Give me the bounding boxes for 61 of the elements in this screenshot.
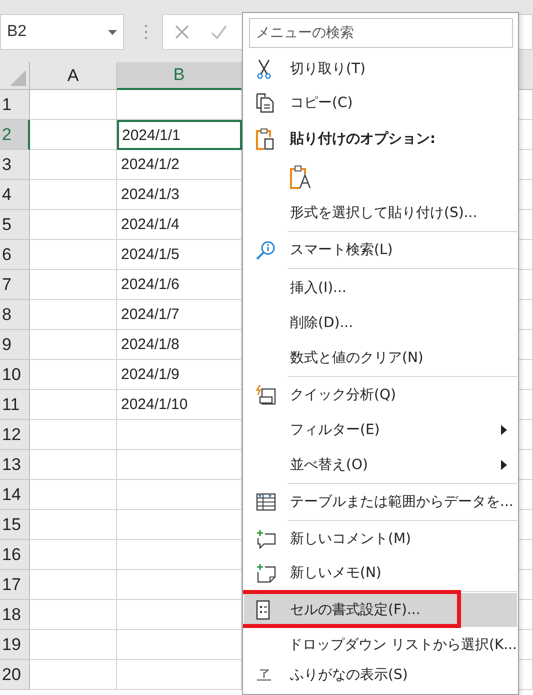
row-header[interactable]: 9	[0, 330, 30, 360]
column-header[interactable]: B	[117, 62, 242, 90]
row-header[interactable]: 4	[0, 180, 30, 210]
menu-item[interactable]: 貼り付けのオプション:	[244, 120, 517, 158]
menu-item[interactable]: 形式を選択して貼り付け(S)...	[244, 195, 517, 230]
menu-item[interactable]: 新しいメモ(N)	[244, 556, 517, 590]
name-box[interactable]: B2	[0, 14, 124, 50]
search-icon	[256, 240, 276, 260]
row-header[interactable]: 20	[0, 660, 30, 690]
scissors-icon	[256, 59, 272, 79]
menu-item[interactable]: セルの書式設定(F)...	[244, 593, 517, 627]
row-header[interactable]: 1	[0, 90, 30, 120]
menu-item[interactable]: 新しいコメント(M)	[244, 522, 517, 556]
row-header[interactable]: 11	[0, 390, 30, 420]
menu-item[interactable]: クイック分析(Q)	[244, 378, 517, 412]
check-icon[interactable]	[211, 25, 227, 39]
copy-icon	[256, 93, 274, 113]
menu-item[interactable]: スマート検索(L)	[244, 233, 517, 267]
row-header[interactable]: 19	[0, 630, 30, 660]
clipboard-icon	[256, 128, 274, 150]
active-cell[interactable]: 2024/1/1	[117, 120, 242, 150]
row-header[interactable]: 15	[0, 510, 30, 540]
submenu-arrow-icon	[501, 424, 507, 434]
paste-text-icon[interactable]	[290, 164, 312, 188]
caret-icon	[108, 30, 117, 34]
search-field[interactable]: メニューの検索	[249, 18, 513, 48]
row-header[interactable]: 18	[0, 600, 30, 630]
row-header[interactable]: 8	[0, 300, 30, 330]
select-all-button[interactable]	[0, 62, 30, 90]
column-header[interactable]: A	[30, 62, 117, 90]
row-header[interactable]: 5	[0, 210, 30, 240]
add-comment-icon	[256, 529, 276, 549]
row-header[interactable]: 3	[0, 150, 30, 180]
grip-icon	[144, 25, 148, 39]
format-cells-icon	[256, 600, 270, 620]
menu-item[interactable]: 並べ替え(O)	[244, 447, 517, 482]
submenu-arrow-icon	[501, 460, 507, 470]
menu-item[interactable]: ドロップダウン リストから選択(K...	[244, 627, 517, 662]
menu-item[interactable]: 数式と値のクリア(N)	[244, 340, 517, 375]
add-note-icon	[256, 563, 276, 583]
menu-item[interactable]: 切り取り(T)	[244, 52, 517, 86]
table-icon	[256, 493, 276, 511]
row-header[interactable]: 6	[0, 240, 30, 270]
row-header[interactable]: 2	[0, 120, 30, 150]
menu-item[interactable]: コピー(C)	[244, 86, 517, 120]
row-header[interactable]: 12	[0, 420, 30, 450]
row-header[interactable]: 14	[0, 480, 30, 510]
menu-item[interactable]: 削除(D)...	[244, 305, 517, 340]
row-header[interactable]: 13	[0, 450, 30, 480]
row-header[interactable]: 16	[0, 540, 30, 570]
cancel-icon[interactable]	[175, 25, 189, 39]
menu-item[interactable]: フィルター(E)	[244, 412, 517, 447]
menu-item[interactable]: テーブルまたは範囲からデータを...	[244, 485, 517, 519]
furigana-icon	[256, 669, 272, 681]
row-header[interactable]: 7	[0, 270, 30, 300]
menu-item[interactable]: ふりがなの表示(S)	[244, 662, 517, 688]
menu-item[interactable]: 挿入(I)...	[244, 270, 517, 305]
corner-triangle-icon	[10, 70, 26, 86]
row-header[interactable]: 10	[0, 360, 30, 390]
row-header[interactable]: 17	[0, 570, 30, 600]
chart-bolt-icon	[256, 385, 276, 405]
